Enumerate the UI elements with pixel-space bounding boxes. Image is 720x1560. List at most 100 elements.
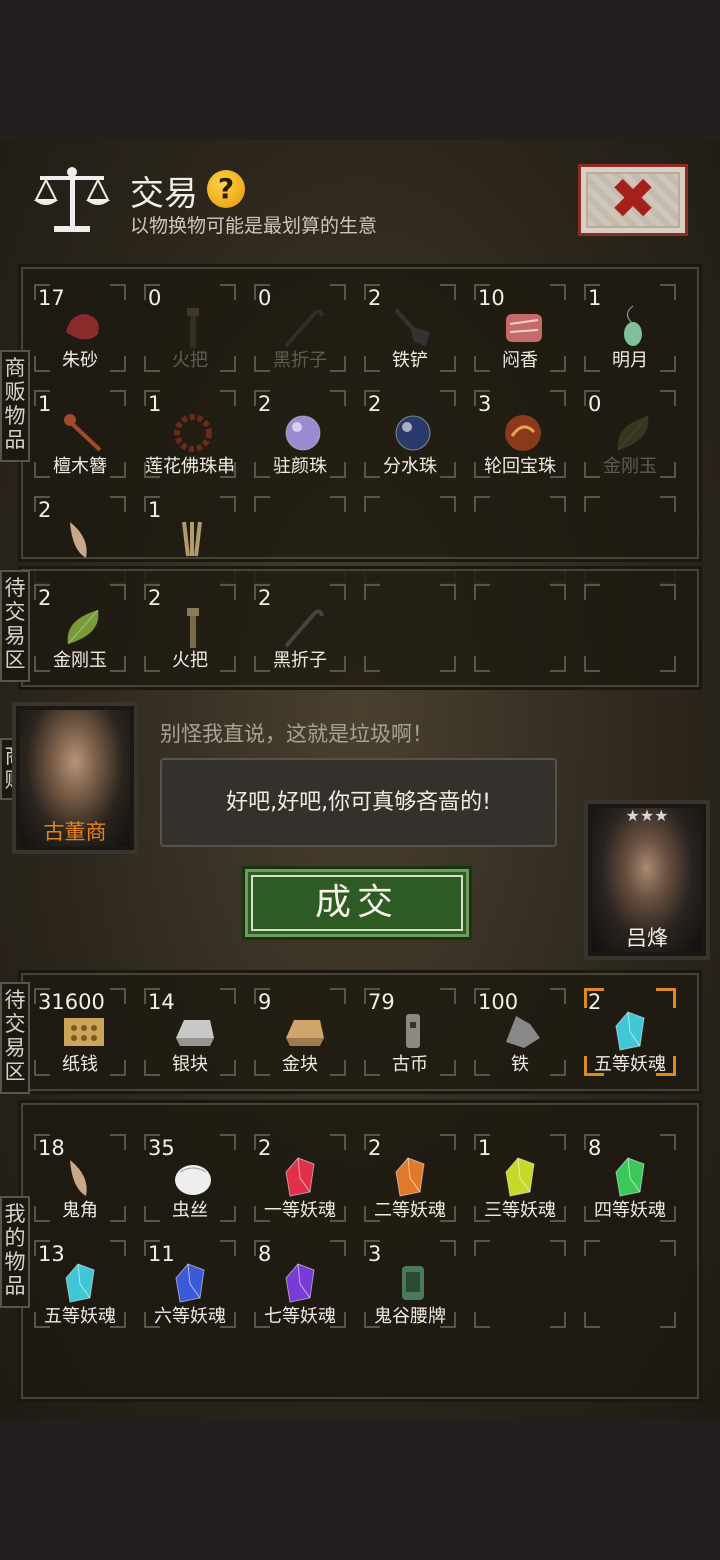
item-name: 闷香 xyxy=(502,350,538,371)
inventory-slot[interactable]: 8 七等妖魂 xyxy=(250,1236,350,1332)
item-name: 鬼角 xyxy=(62,1200,98,1221)
cinnabar-icon xyxy=(60,304,106,350)
inventory-slot[interactable]: 18 鬼角 xyxy=(30,1130,130,1226)
inventory-slot[interactable]: 100 铁 xyxy=(470,984,570,1080)
ingot-icon xyxy=(280,1008,326,1054)
close-button[interactable]: ✖ xyxy=(578,164,688,236)
slot-corner xyxy=(110,1240,126,1256)
item-count: 8 xyxy=(258,1242,272,1266)
inventory-slot[interactable]: 35 虫丝 xyxy=(140,1130,240,1226)
crystal-icon xyxy=(500,1154,546,1200)
slot-corner xyxy=(220,284,236,300)
item-name: 金刚玉 xyxy=(603,456,657,477)
inventory-slot[interactable]: 3 轮回宝珠 xyxy=(470,386,570,482)
slot-corner xyxy=(656,988,676,1008)
slot-corner xyxy=(110,284,126,300)
torch-icon xyxy=(170,304,216,350)
page-subtitle: 以物换物可能是最划算的生意 xyxy=(130,215,378,237)
slot-corner xyxy=(474,1312,490,1328)
inventory-slot[interactable]: 3 鬼谷腰牌 xyxy=(360,1236,460,1332)
inventory-slot[interactable]: 2 黑折子 xyxy=(250,580,350,676)
inventory-slot[interactable]: 2 驻颜珠 xyxy=(250,386,350,482)
item-name: 鬼谷腰牌 xyxy=(374,1306,446,1327)
deal-button[interactable]: 成交 xyxy=(242,866,472,940)
slot-corner xyxy=(330,284,346,300)
slot-corner xyxy=(364,584,380,600)
inventory-slot[interactable]: 2 五等妖魂 xyxy=(580,984,680,1080)
item-name: 莲花佛珠串 xyxy=(145,456,235,477)
merchant-portrait[interactable]: 古董商 xyxy=(12,702,138,854)
slot-corner xyxy=(660,656,676,672)
inventory-slot[interactable]: 1 三等妖魂 xyxy=(470,1130,570,1226)
player-portrait[interactable]: ★★★ 吕烽 xyxy=(584,800,710,960)
empty-slot xyxy=(360,580,460,676)
slot-corner xyxy=(440,656,456,672)
slot-corner xyxy=(330,390,346,406)
crystal-icon xyxy=(610,1154,656,1200)
slot-corner xyxy=(550,988,566,1004)
paper-icon xyxy=(60,1008,106,1054)
incense-icon xyxy=(500,304,546,350)
inventory-slot[interactable]: 0 金刚玉 xyxy=(580,386,680,482)
item-count: 1 xyxy=(148,392,162,416)
slot-corner xyxy=(474,1240,490,1256)
inventory-slot[interactable]: 0 黑折子 xyxy=(250,280,350,376)
inventory-slot[interactable]: 1 明月 xyxy=(580,280,680,376)
slot-corner xyxy=(550,656,566,672)
inventory-slot[interactable]: 0 火把 xyxy=(140,280,240,376)
item-count: 1 xyxy=(148,498,162,522)
leafgem-icon xyxy=(610,410,656,456)
item-count: 2 xyxy=(258,586,272,610)
inventory-slot[interactable]: 2 铁铲 xyxy=(360,280,460,376)
my-pending-label: 待交易区 xyxy=(0,982,30,1094)
inventory-slot[interactable]: 79 古币 xyxy=(360,984,460,1080)
item-name: 四等妖魂 xyxy=(594,1200,666,1221)
rope-icon xyxy=(170,516,216,562)
item-name: 五等妖魂 xyxy=(594,1054,666,1075)
inventory-slot[interactable]: 17 朱砂 xyxy=(30,280,130,376)
slot-corner xyxy=(330,1134,346,1150)
inventory-slot[interactable]: 31600 纸钱 xyxy=(30,984,130,1080)
slot-corner xyxy=(550,1312,566,1328)
inventory-slot[interactable]: 10 闷香 xyxy=(470,280,570,376)
slot-corner xyxy=(440,1134,456,1150)
item-count: 9 xyxy=(258,990,272,1014)
hairpin-icon xyxy=(60,410,106,456)
inventory-slot[interactable]: 14 银块 xyxy=(140,984,240,1080)
crystal-icon xyxy=(170,1260,216,1306)
slot-corner xyxy=(220,496,236,512)
item-count: 2 xyxy=(258,1136,272,1160)
inventory-slot[interactable]: 9 金块 xyxy=(250,984,350,1080)
help-icon[interactable]: ? xyxy=(207,170,245,208)
item-name: 火把 xyxy=(172,650,208,671)
item-name: 明月 xyxy=(612,350,648,371)
inventory-slot[interactable]: 2 金刚玉 xyxy=(30,580,130,676)
inventory-slot[interactable]: 2 分水珠 xyxy=(360,386,460,482)
slot-corner xyxy=(660,284,676,300)
inventory-slot[interactable]: 1 檀木簪 xyxy=(30,386,130,482)
slot-corner xyxy=(440,496,456,512)
slot-corner xyxy=(584,496,600,512)
crystal-icon xyxy=(610,1008,656,1054)
item-count: 1 xyxy=(38,392,52,416)
slot-corner xyxy=(660,1240,676,1256)
inventory-slot[interactable]: 2 火把 xyxy=(140,580,240,676)
slot-corner xyxy=(110,988,126,1004)
slot-corner xyxy=(660,390,676,406)
player-name: 吕烽 xyxy=(626,926,668,950)
merchant-name: 古董商 xyxy=(43,820,107,844)
slot-corner xyxy=(110,390,126,406)
status-area-top xyxy=(0,0,720,140)
inventory-slot[interactable]: 2 一等妖魂 xyxy=(250,1130,350,1226)
slot-corner xyxy=(550,1240,566,1256)
inventory-slot[interactable]: 13 五等妖魂 xyxy=(30,1236,130,1332)
slot-corner xyxy=(440,584,456,600)
inventory-slot[interactable]: 2 二等妖魂 xyxy=(360,1130,460,1226)
orb-icon xyxy=(500,410,546,456)
inventory-slot[interactable]: 1 莲花佛珠串 xyxy=(140,386,240,482)
pearl-icon xyxy=(390,410,436,456)
inventory-slot[interactable]: 11 六等妖魂 xyxy=(140,1236,240,1332)
item-name: 金块 xyxy=(282,1054,318,1075)
pendant-icon xyxy=(610,304,656,350)
inventory-slot[interactable]: 8 四等妖魂 xyxy=(580,1130,680,1226)
